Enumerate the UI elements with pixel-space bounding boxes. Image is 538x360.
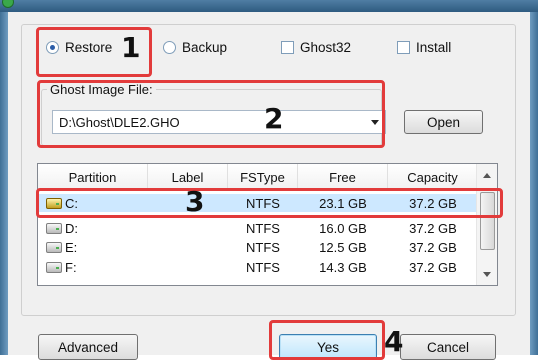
free-cell: 16.0 GB xyxy=(319,220,367,236)
install-checkbox[interactable] xyxy=(397,41,410,54)
scroll-up-icon[interactable] xyxy=(477,166,497,184)
partition-name: F: xyxy=(65,259,77,275)
partition-cell: F: xyxy=(46,258,146,276)
capacity-cell: 37.2 GB xyxy=(409,220,457,236)
callout-number-4: 4 xyxy=(384,325,404,358)
backup-radio[interactable] xyxy=(163,41,176,54)
app-icon xyxy=(2,0,14,8)
drive-icon xyxy=(46,261,62,273)
free-cell: 12.5 GB xyxy=(319,239,367,255)
ghost32-checkbox[interactable] xyxy=(281,41,294,54)
partition-list-header: Partition Label FSType Free Capacity xyxy=(38,164,478,191)
backup-option[interactable]: Backup xyxy=(163,40,227,55)
drive-icon xyxy=(46,222,62,234)
fstype-cell: NTFS xyxy=(246,239,280,255)
table-row[interactable]: F: NTFS 14.3 GB 37.2 GB xyxy=(38,258,478,276)
ghost32-option[interactable]: Ghost32 xyxy=(281,40,351,55)
fstype-cell: NTFS xyxy=(246,259,280,275)
callout-box-2 xyxy=(37,80,385,148)
partition-cell: E: xyxy=(46,238,146,256)
table-row[interactable]: D: NTFS 16.0 GB 37.2 GB xyxy=(38,219,478,237)
cancel-button[interactable]: Cancel xyxy=(400,334,496,360)
column-header-fstype[interactable]: FSType xyxy=(228,164,298,190)
column-header-partition[interactable]: Partition xyxy=(38,164,148,190)
column-header-capacity[interactable]: Capacity xyxy=(388,164,478,190)
partition-name: E: xyxy=(65,239,78,255)
callout-number-3: 3 xyxy=(185,185,205,218)
capacity-cell: 37.2 GB xyxy=(409,259,457,275)
install-label: Install xyxy=(416,40,452,55)
drive-icon xyxy=(46,241,62,253)
backup-label: Backup xyxy=(182,40,228,55)
column-header-free[interactable]: Free xyxy=(298,164,388,190)
title-bar xyxy=(0,0,538,12)
ghost32-label: Ghost32 xyxy=(300,40,352,55)
scroll-down-icon[interactable] xyxy=(477,265,497,283)
open-button[interactable]: Open xyxy=(404,110,483,134)
callout-box-4 xyxy=(269,320,385,360)
partition-cell: D: xyxy=(46,219,146,237)
fstype-cell: NTFS xyxy=(246,220,280,236)
free-cell: 14.3 GB xyxy=(319,259,367,275)
partition-list-scrollbar[interactable] xyxy=(476,164,497,285)
window-frame-left xyxy=(0,12,8,355)
callout-number-2: 2 xyxy=(264,102,284,135)
table-row[interactable]: E: NTFS 12.5 GB 37.2 GB xyxy=(38,238,478,256)
advanced-button[interactable]: Advanced xyxy=(38,334,138,360)
partition-name: D: xyxy=(65,220,78,236)
partition-list[interactable]: Partition Label FSType Free Capacity C: … xyxy=(37,163,498,286)
capacity-cell: 37.2 GB xyxy=(409,239,457,255)
window-frame-right xyxy=(530,12,538,355)
callout-box-3 xyxy=(36,188,503,218)
install-option[interactable]: Install xyxy=(397,40,451,55)
callout-number-1: 1 xyxy=(121,31,141,64)
